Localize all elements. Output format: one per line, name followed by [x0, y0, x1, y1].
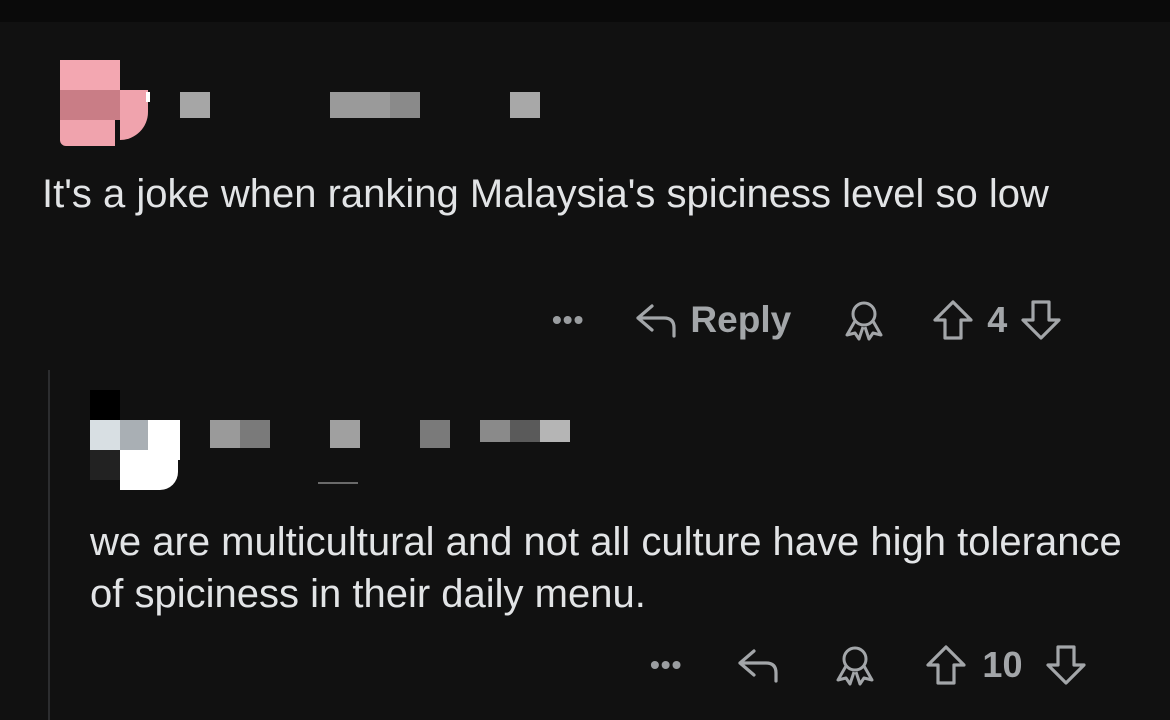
- avatar[interactable]: [60, 60, 150, 146]
- award-icon[interactable]: [832, 642, 878, 688]
- reply-button[interactable]: Reply: [634, 299, 791, 341]
- redacted-metadata: [480, 420, 510, 442]
- redacted-metadata: [390, 92, 420, 118]
- redacted-metadata: [510, 420, 540, 442]
- comment-body: we are multicultural and not all culture…: [90, 520, 1122, 616]
- comment-actions: ••• Reply 4: [552, 295, 1063, 345]
- redacted-metadata: [330, 420, 360, 448]
- downvote-arrow-icon[interactable]: [1044, 643, 1088, 687]
- comment-actions: ••• 10: [650, 640, 1088, 690]
- divider: [318, 482, 358, 484]
- redacted-metadata: [510, 92, 540, 118]
- reply-arrow-icon[interactable]: [736, 645, 782, 685]
- upvote-arrow-icon[interactable]: [931, 298, 975, 342]
- vote-score: 4: [987, 299, 1008, 340]
- redacted-metadata: [540, 420, 570, 442]
- top-bar: [0, 0, 1170, 22]
- vote-score: 10: [982, 644, 1023, 685]
- redacted-username[interactable]: [180, 92, 210, 118]
- reply-label: Reply: [690, 299, 792, 340]
- redacted-metadata: [420, 420, 450, 448]
- downvote-arrow-icon[interactable]: [1019, 298, 1063, 342]
- redacted-metadata: [330, 92, 390, 118]
- more-options-button[interactable]: •••: [650, 651, 682, 679]
- upvote-arrow-icon[interactable]: [924, 643, 968, 687]
- redacted-username[interactable]: [240, 420, 270, 448]
- thread-line[interactable]: [48, 370, 50, 720]
- more-options-button[interactable]: •••: [552, 306, 584, 334]
- reply-arrow-icon: [634, 300, 680, 340]
- comment-body: It's a joke when ranking Malaysia's spic…: [42, 172, 1049, 216]
- award-icon[interactable]: [841, 297, 887, 343]
- redacted-username[interactable]: [210, 420, 240, 448]
